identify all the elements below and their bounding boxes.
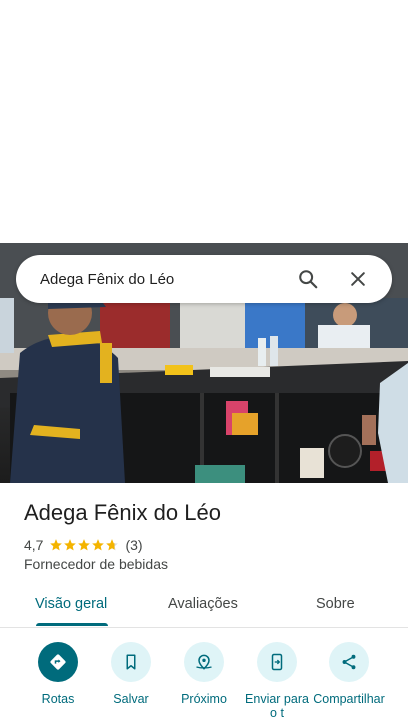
send-to-phone-button[interactable]: Enviar para o t	[241, 642, 313, 720]
search-button[interactable]	[292, 263, 324, 295]
share-label: Compartilhar	[313, 692, 385, 706]
nearby-label: Próximo	[181, 692, 227, 706]
tab-reviews[interactable]: Avaliações	[168, 596, 238, 612]
search-icon	[299, 270, 318, 289]
star-icon	[50, 539, 63, 551]
directions-label: Rotas	[41, 692, 75, 706]
share-button-circle	[329, 642, 369, 682]
rating-stars	[49, 538, 119, 552]
nearby-button-circle	[184, 642, 224, 682]
tab-about[interactable]: Sobre	[316, 596, 355, 612]
action-bar: Rotas Salvar Próximo Enviar para o t Com…	[0, 640, 408, 726]
directions-button-circle	[38, 642, 78, 682]
save-label: Salvar	[113, 692, 149, 706]
star-icon	[78, 539, 91, 551]
star-half-icon	[106, 539, 119, 551]
share-button[interactable]: Compartilhar	[313, 642, 385, 706]
active-tab-indicator	[36, 623, 108, 626]
send-to-phone-button-circle	[257, 642, 297, 682]
nearby-icon	[196, 654, 212, 670]
send-to-phone-label: Enviar para o t	[245, 692, 309, 720]
clear-search-button[interactable]	[342, 263, 374, 295]
place-title: Adega Fênix do Léo	[24, 500, 221, 525]
bookmark-icon	[126, 654, 136, 670]
star-icon	[92, 539, 105, 551]
search-query[interactable]: Adega Fênix do Léo	[16, 271, 292, 288]
rating-row[interactable]: 4,7 (3)	[24, 536, 143, 554]
tab-overview[interactable]: Visão geral	[35, 596, 107, 612]
save-button[interactable]: Salvar	[95, 642, 167, 706]
search-bar[interactable]: Adega Fênix do Léo	[16, 255, 392, 303]
star-icon	[64, 539, 77, 551]
rating-value: 4,7	[24, 537, 44, 553]
directions-button[interactable]: Rotas	[22, 642, 94, 706]
place-tabs: Visão geral Avaliações Sobre	[0, 584, 408, 628]
review-count[interactable]: (3)	[125, 537, 142, 553]
nearby-button[interactable]: Próximo	[168, 642, 240, 706]
send-to-phone-icon	[271, 653, 283, 671]
close-icon	[351, 272, 365, 286]
directions-icon	[50, 654, 66, 670]
save-button-circle	[111, 642, 151, 682]
place-category[interactable]: Fornecedor de bebidas	[24, 556, 168, 572]
share-icon	[342, 654, 356, 670]
